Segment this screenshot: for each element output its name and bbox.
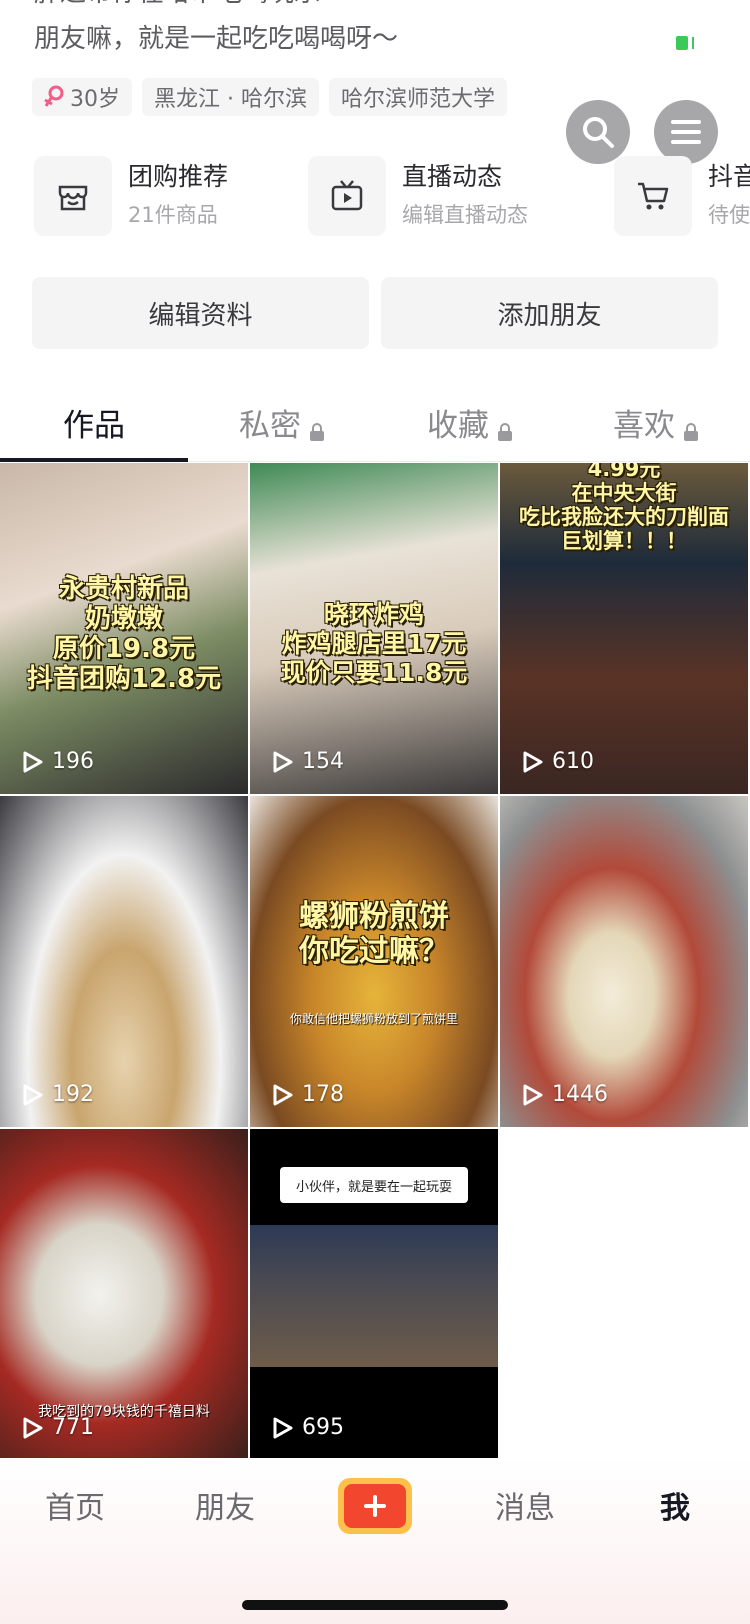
video-caption-line: 永贵村新品 (58, 574, 189, 604)
video-thumbnail[interactable]: 192 (0, 796, 248, 1127)
home-indicator (242, 1600, 508, 1610)
video-caption-line: 巨划算！！！ (561, 529, 687, 554)
play-count: 610 (522, 749, 594, 774)
tv-live-icon (331, 180, 363, 211)
video-caption-line: 抖音团购12.8元 (26, 663, 222, 694)
video-caption-line: 4.99元 (587, 463, 661, 481)
female-icon (44, 85, 64, 109)
video-caption-line: 吃比我脸还大的刀削面 (519, 505, 729, 530)
content-tabs: 作品 私密 收藏 喜欢 (0, 386, 750, 462)
play-count: 1446 (522, 1082, 608, 1107)
lock-icon (309, 414, 325, 441)
video-caption-line: 现价只要11.8元 (280, 657, 468, 687)
tab-likes[interactable]: 喜欢 (562, 386, 750, 462)
bio-line-2: 朋友嘛，就是一起吃吃喝喝呀～ (34, 24, 399, 54)
play-count-value: 1446 (552, 1082, 608, 1107)
service-title: 直播动态 (402, 162, 503, 191)
play-icon (23, 1417, 43, 1438)
play-count-value: 154 (302, 749, 344, 774)
play-count-value: 771 (52, 1415, 94, 1440)
play-count: 196 (22, 749, 94, 774)
lock-icon (683, 414, 699, 441)
play-icon (523, 751, 543, 772)
create-button[interactable] (338, 1478, 412, 1534)
video-thumbnail[interactable]: 1446 (500, 796, 748, 1127)
groupbuy-bag-icon (58, 185, 88, 211)
profile-actions: 编辑资料 添加朋友 (32, 277, 718, 349)
service-title: 团购推荐 (128, 162, 229, 191)
school-tag[interactable]: 哈尔滨师范大学 (328, 78, 507, 116)
video-thumbnail[interactable]: 晓环炸鸡 炸鸡腿店里17元 现价只要11.8元 154 (250, 463, 498, 794)
play-icon (23, 751, 43, 772)
profile-bio: 胖达带你在哈市吃喝玩乐 朋友嘛，就是一起吃吃喝喝呀～ (34, 0, 594, 62)
nav-me[interactable]: 我 (600, 1458, 750, 1552)
video-thumbnail[interactable]: 永贵村新品 奶墩墩 原价19.8元 抖音团购12.8元 196 (0, 463, 248, 794)
tab-works[interactable]: 作品 (0, 386, 188, 462)
shopping-cart-icon (638, 182, 669, 210)
service-douyin-shop[interactable]: 抖音 待使 (614, 155, 750, 237)
video-thumbnail[interactable]: 螺狮粉煎饼 你吃过嘛？ 你敢信他把螺狮粉放到了煎饼里 178 (250, 796, 498, 1127)
service-title: 抖音 (708, 162, 750, 191)
video-caption-line: 在中央大街 (571, 481, 677, 506)
video-caption-line: 螺狮粉煎饼 (299, 899, 449, 934)
plus-icon (364, 1495, 386, 1517)
video-thumbnail[interactable]: 4.99元 在中央大街 吃比我脸还大的刀削面 巨划算！！！ 610 (500, 463, 748, 794)
bottom-nav: 首页 朋友 消息 我 (0, 1458, 750, 1624)
service-subtitle: 待使 (708, 203, 750, 227)
video-caption-line: 你吃过嘛？ (299, 933, 449, 969)
age-tag: 30岁 (32, 78, 132, 116)
tab-favorites[interactable]: 收藏 (376, 386, 564, 462)
play-count-value: 178 (302, 1082, 344, 1107)
tab-label: 私密 (239, 408, 301, 444)
service-subtitle: 编辑直播动态 (402, 203, 528, 227)
play-count: 695 (272, 1415, 344, 1440)
tab-label: 收藏 (427, 408, 489, 444)
tab-private[interactable]: 私密 (188, 386, 376, 462)
video-caption-line: 奶墩墩 (84, 603, 163, 634)
tab-label: 喜欢 (613, 408, 675, 444)
video-title-box: 小伙伴，就是要在一起玩耍 (280, 1167, 468, 1203)
video-frame (250, 1225, 498, 1367)
service-groupbuy[interactable]: 团购推荐 21件商品 (34, 155, 228, 237)
play-count-value: 196 (52, 749, 94, 774)
play-icon (23, 1084, 43, 1105)
edit-profile-button[interactable]: 编辑资料 (32, 277, 369, 349)
video-thumbnail[interactable]: 我吃到的79块钱的千禧日料 771 (0, 1129, 248, 1460)
battery-icon (676, 36, 700, 50)
play-count-value: 695 (302, 1415, 344, 1440)
play-count: 192 (22, 1082, 94, 1107)
bio-line-1: 胖达带你在哈市吃喝玩乐 (34, 0, 594, 16)
video-caption-line: 原价19.8元 (52, 633, 196, 664)
add-friend-button[interactable]: 添加朋友 (381, 277, 718, 349)
play-icon (273, 1084, 293, 1105)
service-subtitle: 21件商品 (128, 203, 218, 227)
nav-messages[interactable]: 消息 (450, 1458, 600, 1552)
service-live[interactable]: 直播动态 编辑直播动态 (308, 155, 528, 237)
play-count-value: 192 (52, 1082, 94, 1107)
play-icon (273, 1417, 293, 1438)
active-tab-indicator (0, 458, 188, 462)
video-thumbnail[interactable]: 小伙伴，就是要在一起玩耍 695 (250, 1129, 498, 1460)
search-icon (583, 117, 614, 148)
profile-tags: 30岁 黑龙江 · 哈尔滨 哈尔滨师范大学 (32, 78, 507, 116)
tab-label: 作品 (63, 408, 125, 444)
video-caption-line: 晓环炸鸡 (323, 600, 424, 629)
services-row: 团购推荐 21件商品 直播动态 编辑直播动态 抖音 待使 (34, 155, 750, 237)
play-count: 771 (22, 1415, 94, 1440)
location-tag[interactable]: 黑龙江 · 哈尔滨 (142, 78, 319, 116)
play-count: 178 (272, 1082, 344, 1107)
play-count-value: 610 (552, 749, 594, 774)
hamburger-menu-icon (671, 120, 701, 144)
age-label: 30岁 (70, 87, 120, 112)
play-icon (273, 751, 293, 772)
video-subcaption: 你敢信他把螺狮粉放到了煎饼里 (289, 1012, 458, 1026)
video-caption-line: 炸鸡腿店里17元 (281, 628, 467, 658)
lock-icon (497, 414, 513, 441)
play-count: 154 (272, 749, 344, 774)
nav-friends[interactable]: 朋友 (150, 1458, 300, 1552)
play-icon (523, 1084, 543, 1105)
nav-home[interactable]: 首页 (0, 1458, 150, 1552)
